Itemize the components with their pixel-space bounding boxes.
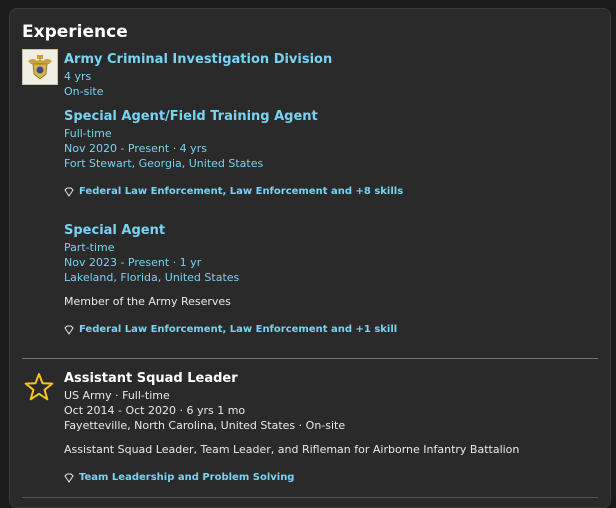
diamond-icon <box>64 187 74 197</box>
section-title: Experience <box>22 22 128 42</box>
company-duration: 4 yrs <box>64 70 92 83</box>
company-type: US Army · Full-time <box>64 389 170 402</box>
role-skills[interactable]: Federal Law Enforcement, Law Enforcement… <box>64 324 397 335</box>
bottom-divider <box>22 497 598 498</box>
company-location-type: On-site <box>64 85 104 98</box>
position-skills-text: Team Leadership and Problem Solving <box>79 472 295 483</box>
role-location: Lakeland, Florida, United States <box>64 271 240 284</box>
role-skills-text: Federal Law Enforcement, Law Enforcement… <box>79 324 398 335</box>
diamond-icon <box>64 325 74 335</box>
role-description: Member of the Army Reserves <box>64 295 231 308</box>
position-title[interactable]: Assistant Squad Leader <box>64 371 238 386</box>
position-description: Assistant Squad Leader, Team Leader, and… <box>64 443 520 456</box>
role-dates: Nov 2023 - Present · 1 yr <box>64 256 202 269</box>
company-name[interactable]: Army Criminal Investigation Division <box>64 52 332 67</box>
role-type: Full-time <box>64 127 112 140</box>
position-skills[interactable]: Team Leadership and Problem Solving <box>64 472 294 483</box>
role-location: Fort Stewart, Georgia, United States <box>64 157 264 170</box>
role-title[interactable]: Special Agent <box>64 223 165 238</box>
role-type: Part-time <box>64 241 115 254</box>
experience-card: Experience Army Criminal Investigation D… <box>9 8 611 508</box>
position-dates: Oct 2014 - Oct 2020 · 6 yrs 1 mo <box>64 404 246 417</box>
cid-badge-icon[interactable] <box>22 49 58 85</box>
role-title[interactable]: Special Agent/Field Training Agent <box>64 109 318 124</box>
role-dates: Nov 2020 - Present · 4 yrs <box>64 142 207 155</box>
star-icon[interactable] <box>24 372 54 402</box>
position-location: Fayetteville, North Carolina, United Sta… <box>64 419 346 432</box>
section-divider <box>22 358 598 359</box>
role-skills-text: Federal Law Enforcement, Law Enforcement… <box>79 186 404 197</box>
diamond-icon <box>64 473 74 483</box>
role-skills[interactable]: Federal Law Enforcement, Law Enforcement… <box>64 186 403 197</box>
